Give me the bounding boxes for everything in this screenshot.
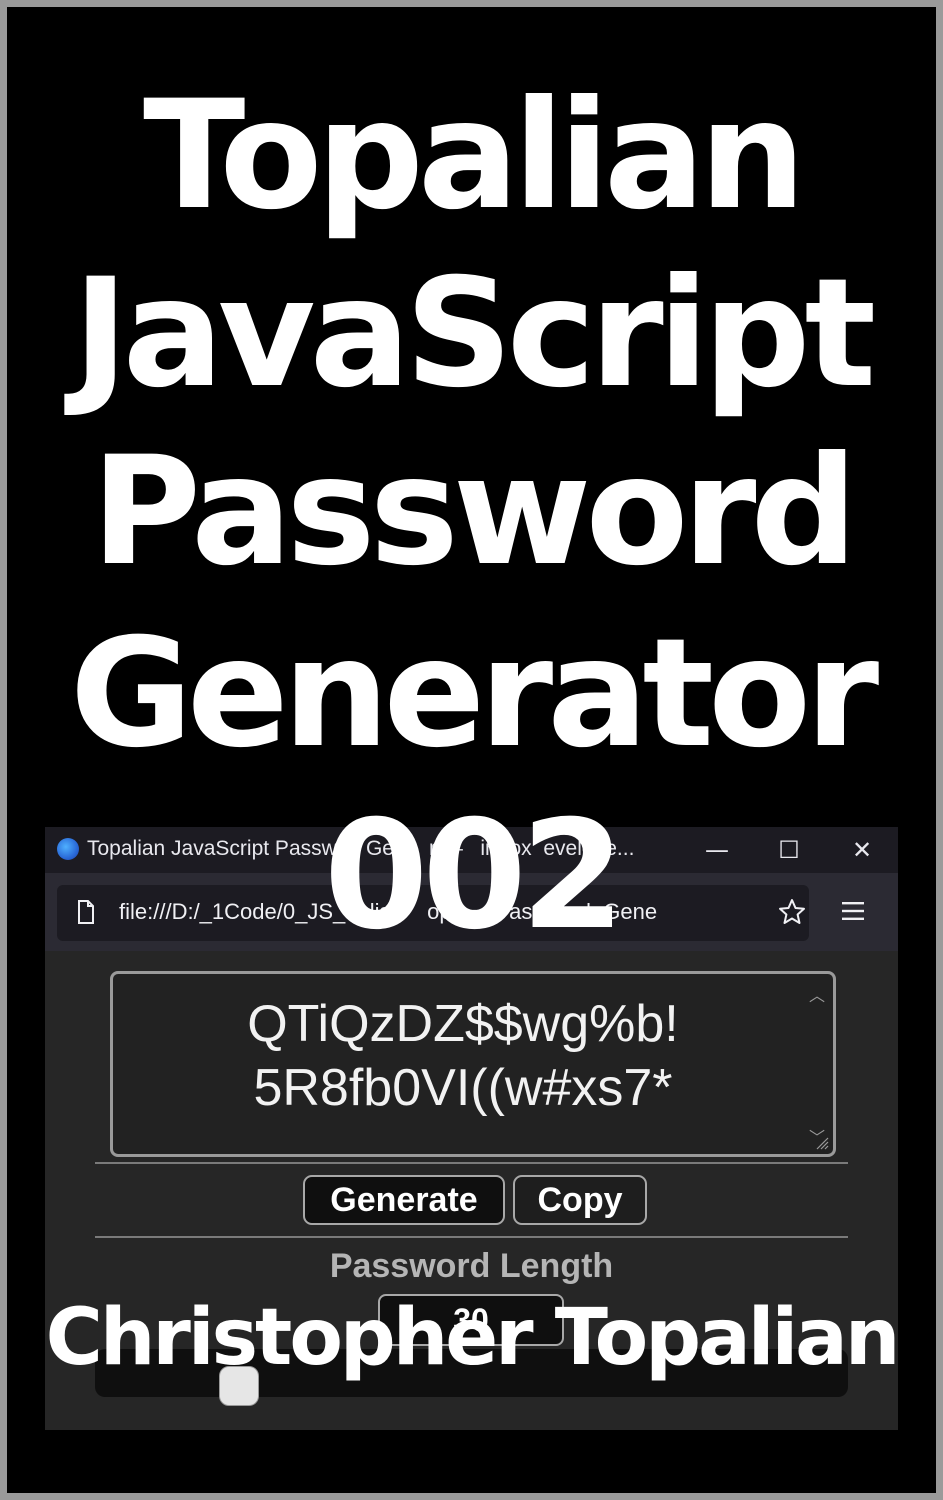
cover-title-line: Password — [91, 425, 858, 599]
password-output[interactable]: QTiQzDZ$$wg%b! 5R8fb0VI((w#xs7* — [113, 992, 813, 1120]
cover-title-line: Topalian — [143, 69, 806, 243]
scroll-up-arrow-icon[interactable]: ︿ — [809, 982, 825, 1006]
cover-title-line: 002 — [323, 789, 625, 963]
password-line: QTiQzDZ$$wg%b! — [247, 995, 679, 1053]
divider — [95, 1162, 848, 1164]
password-line: 5R8fb0VI((w#xs7* — [253, 1059, 673, 1117]
book-cover: Topalian JavaScript Passwo Ge r — irefox… — [7, 7, 936, 1493]
resize-grip-icon[interactable] — [815, 1136, 829, 1150]
cover-title-line: Generator — [69, 607, 879, 781]
password-textarea[interactable]: QTiQzDZ$$wg%b! 5R8fb0VI((w#xs7* ︿ ﹀ — [110, 971, 836, 1157]
generate-button[interactable]: Generate — [303, 1175, 505, 1225]
divider — [95, 1236, 848, 1238]
cover-title-line: JavaScript — [72, 247, 876, 421]
copy-button[interactable]: Copy — [513, 1175, 647, 1225]
password-length-label: Password Length — [329, 1247, 614, 1285]
author-name: Christopher Topalian — [45, 1293, 901, 1383]
